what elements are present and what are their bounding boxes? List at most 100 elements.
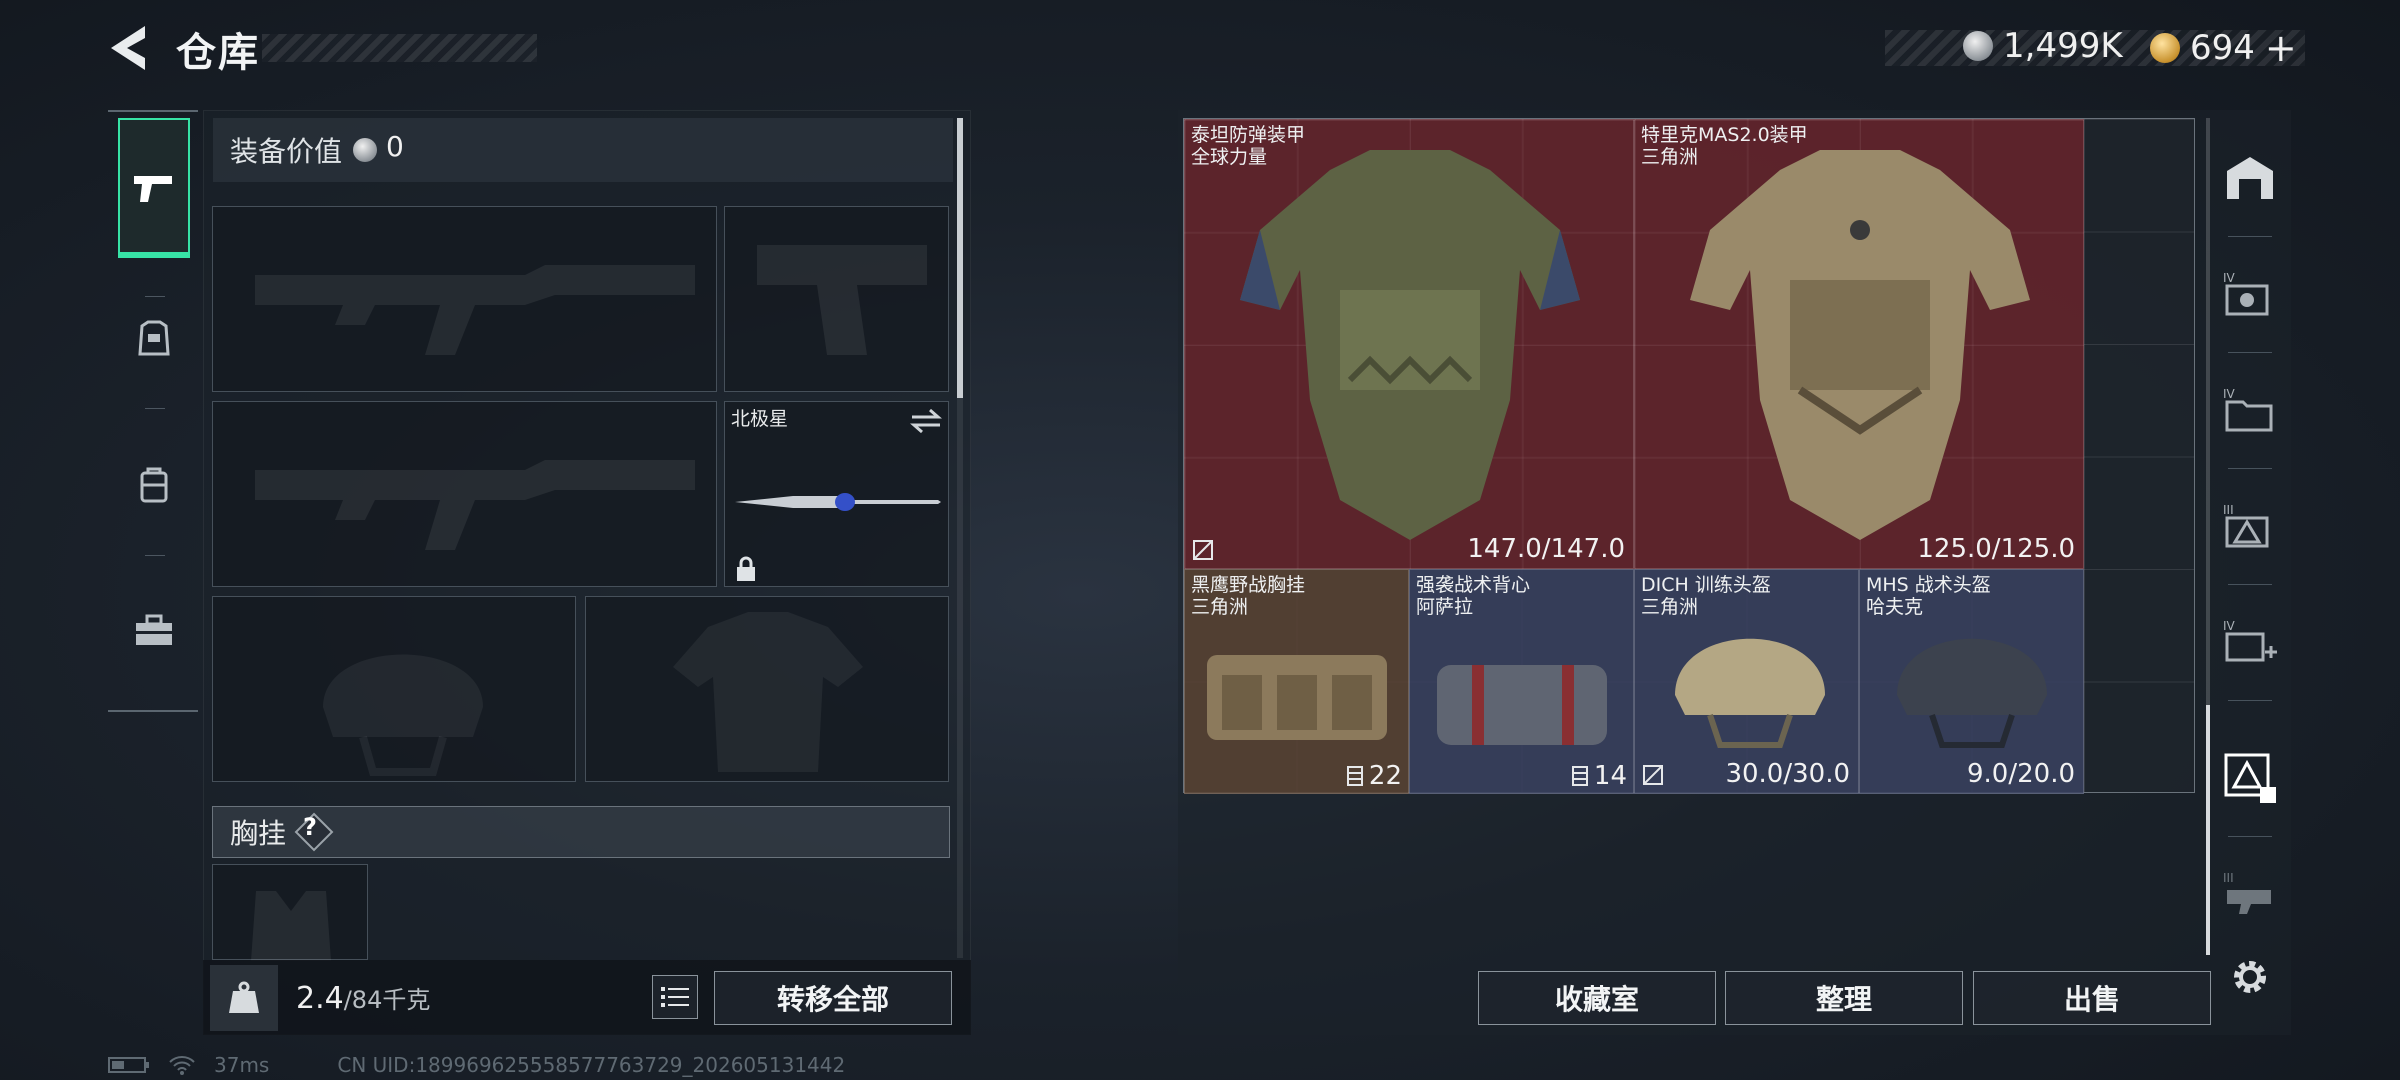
- chest-rig-image: [1207, 655, 1387, 740]
- pistol-icon: [134, 176, 172, 202]
- back-button[interactable]: [105, 22, 151, 74]
- delta-filter-icon: III: [2223, 503, 2269, 548]
- filter-divider: [2228, 584, 2272, 585]
- filter-divider: [2228, 836, 2272, 837]
- silver-coin-icon: [353, 138, 377, 162]
- storage-item-mhs-helmet[interactable]: MHS 战术头盔 哈夫克 9.0/20.0: [1859, 569, 2084, 794]
- tactical-vest-image: [1437, 665, 1607, 745]
- helmet-slot[interactable]: [212, 596, 576, 782]
- lock-icon: [737, 556, 755, 581]
- body-armor-image: [1240, 150, 1580, 540]
- add-gold-button[interactable]: +: [2265, 26, 2297, 70]
- gold-coin-icon: [2150, 33, 2180, 63]
- item-durability: 9.0/20.0: [1967, 759, 2075, 789]
- item-durability: 147.0/147.0: [1467, 534, 1625, 564]
- filter-tier-iv-a[interactable]: IV: [2218, 262, 2282, 326]
- chest-rig-silhouette-icon: [251, 891, 331, 961]
- weight-icon-box: [210, 965, 278, 1031]
- back-arrow-icon: [111, 26, 145, 70]
- weapon-case-filter-icon: III: [2223, 871, 2271, 914]
- toolbox-icon: [136, 614, 172, 645]
- equipment-value-amount: 0: [386, 130, 404, 163]
- helmet-image: [1897, 638, 2047, 748]
- svg-text:III: III: [2223, 503, 2234, 517]
- folder-filter-icon: IV: [2223, 387, 2273, 432]
- filter-divider: [2228, 700, 2272, 701]
- rifle-silhouette-icon: [255, 460, 695, 550]
- capacity-icon: [1346, 766, 1363, 786]
- filter-armor-active[interactable]: [2218, 746, 2282, 810]
- no-insurance-icon: [1193, 540, 1213, 560]
- weight-kg-icon: [229, 981, 259, 1013]
- silver-amount: 1,499K: [2003, 26, 2123, 66]
- loadout-scrollbar-thumb[interactable]: [957, 118, 963, 398]
- list-icon: [661, 987, 689, 1007]
- filter-all-storage[interactable]: [2218, 146, 2282, 210]
- swap-icon[interactable]: [908, 407, 944, 435]
- settings-button[interactable]: [2218, 945, 2282, 1009]
- filter-tier-iv-c[interactable]: IV: [2218, 610, 2282, 674]
- page-title: 仓库: [176, 30, 260, 76]
- silver-currency: 1,499K: [1963, 26, 2123, 66]
- tab-weapons[interactable]: [118, 118, 190, 258]
- gear-icon: [2234, 961, 2266, 993]
- backpack-icon: [140, 467, 168, 503]
- organize-button[interactable]: 整理: [1725, 971, 1963, 1025]
- armor-storage-icon: [2224, 753, 2276, 803]
- carry-weight-current: 2.4: [296, 981, 344, 1016]
- battery-icon: [108, 1057, 149, 1073]
- body-armor-slot[interactable]: [585, 596, 949, 782]
- filter-divider: [2228, 352, 2272, 353]
- melee-slot[interactable]: 北极星: [724, 401, 949, 587]
- ping-value: 37ms: [214, 1053, 270, 1077]
- wifi-icon: [169, 1056, 195, 1075]
- helmet-silhouette-icon: [323, 654, 483, 776]
- item-name: 强袭战术背心 阿萨拉: [1416, 574, 1531, 618]
- pistol-silhouette-icon: [757, 245, 927, 355]
- transfer-all-button[interactable]: 转移全部: [714, 971, 952, 1025]
- equipment-value-label: 装备价值: [230, 135, 343, 168]
- secondary-weapon-slot[interactable]: [212, 401, 717, 587]
- gold-currency[interactable]: 694 +: [2150, 26, 2297, 70]
- chest-rig-section-label: 胸挂: [230, 817, 287, 850]
- filter-tier-iv-b[interactable]: IV: [2218, 378, 2282, 442]
- item-name: 黑鹰野战胸挂 三角洲: [1191, 574, 1306, 618]
- carry-weight: 2.4/84千克: [296, 980, 430, 1016]
- list-view-button[interactable]: [652, 975, 698, 1019]
- collection-room-button[interactable]: 收藏室: [1478, 971, 1716, 1025]
- item-durability: 125.0/125.0: [1917, 534, 2075, 564]
- user-uid: CN UID:189969625558577763729_20260513144…: [337, 1053, 846, 1077]
- filter-tier-iii-a[interactable]: III: [2218, 494, 2282, 558]
- help-question-mark: ?: [303, 813, 317, 841]
- storage-item-dich-helmet[interactable]: DICH 训练头盔 三角洲 30.0/30.0: [1634, 569, 1859, 794]
- knife-icon: [735, 493, 941, 511]
- vest-icon: [138, 320, 170, 356]
- filter-tier-iii-b[interactable]: III: [2218, 862, 2282, 926]
- capacity-icon: [1571, 766, 1588, 786]
- item-durability: 30.0/30.0: [1725, 759, 1850, 789]
- title-decoration: [262, 34, 537, 62]
- warehouse-icon: [2227, 157, 2273, 199]
- storage-item-assault-vest[interactable]: 强袭战术背心 阿萨拉 14: [1409, 569, 1634, 794]
- svg-text:III: III: [2223, 871, 2234, 885]
- armor-filter-icon: IV: [2223, 271, 2269, 316]
- armor-silhouette-icon: [673, 612, 863, 772]
- sidearm-slot[interactable]: [724, 206, 949, 392]
- item-capacity: 22: [1345, 761, 1402, 791]
- storage-grid[interactable]: 泰坦防弹装甲 全球力量 147.0/147.0 特里克MAS2.0装甲 三角洲 …: [1183, 118, 2195, 794]
- carry-weight-max: /84千克: [343, 986, 431, 1014]
- tab-armor[interactable]: [118, 268, 190, 408]
- svg-text:IV: IV: [2223, 619, 2236, 633]
- filter-divider: [2228, 468, 2272, 469]
- primary-weapon-slot[interactable]: [212, 206, 717, 392]
- silver-coin-icon: [1963, 31, 1993, 61]
- storage-item-titan-armor[interactable]: 泰坦防弹装甲 全球力量 147.0/147.0: [1184, 119, 1634, 569]
- tab-backpack[interactable]: [118, 415, 190, 555]
- storage-item-mas-armor[interactable]: 特里克MAS2.0装甲 三角洲 125.0/125.0: [1634, 119, 2084, 569]
- tab-toolkit[interactable]: [118, 560, 190, 700]
- sell-button[interactable]: 出售: [1973, 971, 2211, 1025]
- storage-item-black-eagle-rig[interactable]: 黑鹰野战胸挂 三角洲 22: [1184, 569, 1409, 794]
- rifle-silhouette-icon: [255, 265, 695, 355]
- chest-rig-slot[interactable]: [212, 864, 368, 961]
- filter-scrollbar-thumb[interactable]: [2206, 705, 2210, 955]
